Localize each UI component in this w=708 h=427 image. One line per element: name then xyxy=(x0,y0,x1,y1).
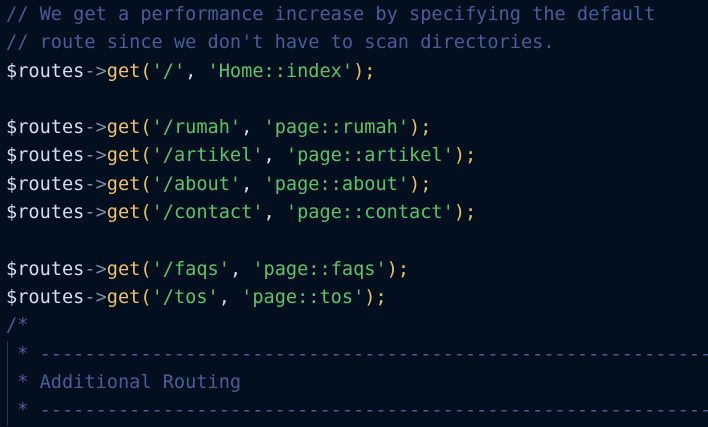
comment-divider: * --------------------------------------… xyxy=(17,400,708,422)
close-paren: ); xyxy=(409,117,432,139)
code-line-route: $routes->get('/tos', 'page::tos'); xyxy=(0,284,708,312)
separator: , xyxy=(218,286,242,308)
object-operator: -> xyxy=(84,202,107,224)
object-operator: -> xyxy=(84,286,107,308)
separator: , xyxy=(241,173,264,195)
object-operator: -> xyxy=(84,258,107,280)
get-method: get xyxy=(106,145,141,167)
code-line-divider: * --------------------------------------… xyxy=(0,397,708,426)
routes-variable: $routes xyxy=(6,117,85,139)
code-line-comment-1: // We get a performance increase by spec… xyxy=(0,1,708,29)
route-path: '/tos' xyxy=(151,286,219,308)
open-paren: ( xyxy=(140,117,152,139)
close-paren: ); xyxy=(409,173,432,195)
separator: , xyxy=(185,60,208,82)
code-line-route: $routes->get('/rumah', 'page::rumah'); xyxy=(0,114,708,142)
open-paren: ( xyxy=(140,173,152,195)
block-comment-title: * Additional Routing xyxy=(6,371,242,393)
indent-guide xyxy=(7,368,8,398)
code-line-divider: * --------------------------------------… xyxy=(0,340,708,369)
open-paren: ( xyxy=(140,60,152,82)
object-operator: -> xyxy=(84,117,107,139)
close-paren: ); xyxy=(453,202,477,224)
route-handler: 'page::contact' xyxy=(285,202,454,224)
route-path: '/about' xyxy=(151,173,242,195)
code-line-block-title: * Additional Routing xyxy=(0,368,708,398)
close-paren: ); xyxy=(453,145,477,167)
block-comment-open: /* xyxy=(6,315,29,337)
get-method: get xyxy=(106,258,141,280)
code-line-route: $routes->get('/faqs', 'page::faqs'); xyxy=(0,256,708,284)
comment-divider: * --------------------------------------… xyxy=(17,343,708,365)
close-paren: ); xyxy=(364,286,387,308)
code-line-comment-2: // route since we don't have to scan dir… xyxy=(0,29,708,57)
open-paren: ( xyxy=(140,286,152,308)
open-paren: ( xyxy=(140,145,152,167)
close-paren: ); xyxy=(353,60,376,82)
route-path: '/faqs' xyxy=(151,258,230,280)
object-operator: -> xyxy=(84,60,107,82)
code-line-route: $routes->get('/', 'Home::index'); xyxy=(0,58,708,86)
separator: , xyxy=(263,202,286,224)
separator: , xyxy=(241,117,264,139)
route-path: '/' xyxy=(151,60,186,82)
code-line-route: $routes->get('/contact', 'page::contact'… xyxy=(0,199,708,227)
code-editor[interactable]: // We get a performance increase by spec… xyxy=(0,0,708,427)
separator: , xyxy=(263,145,286,167)
object-operator: -> xyxy=(84,173,107,195)
routes-variable: $routes xyxy=(6,173,85,195)
close-paren: ); xyxy=(386,258,410,280)
routes-variable: $routes xyxy=(6,202,85,224)
get-method: get xyxy=(106,117,141,139)
route-handler: 'Home::index' xyxy=(207,60,354,82)
route-handler: 'page::artikel' xyxy=(285,145,454,167)
route-handler: 'page::faqs' xyxy=(252,258,387,280)
route-handler: 'page::rumah' xyxy=(263,117,410,139)
route-path: '/rumah' xyxy=(151,117,242,139)
separator: , xyxy=(229,258,253,280)
route-handler: 'page::tos' xyxy=(241,286,365,308)
routes-variable: $routes xyxy=(6,60,85,82)
route-path: '/contact' xyxy=(151,202,264,224)
routes-variable: $routes xyxy=(6,145,85,167)
open-paren: ( xyxy=(140,202,152,224)
comment-text: // route since we don't have to scan dir… xyxy=(6,32,555,54)
route-path: '/artikel' xyxy=(151,145,264,167)
code-line-block-comment-start: /* xyxy=(0,312,708,340)
indent-guide xyxy=(7,397,8,426)
open-paren: ( xyxy=(140,258,152,280)
get-method: get xyxy=(106,60,141,82)
get-method: get xyxy=(106,202,141,224)
routes-variable: $routes xyxy=(6,258,85,280)
code-line-route: $routes->get('/about', 'page::about'); xyxy=(0,171,708,199)
get-method: get xyxy=(106,173,141,195)
routes-variable: $routes xyxy=(6,286,85,308)
indent-guide xyxy=(7,340,8,369)
comment-text: // We get a performance increase by spec… xyxy=(6,4,656,25)
get-method: get xyxy=(106,286,141,308)
code-line-route: $routes->get('/artikel', 'page::artikel'… xyxy=(0,142,708,170)
object-operator: -> xyxy=(84,145,107,167)
route-handler: 'page::about' xyxy=(263,173,410,195)
